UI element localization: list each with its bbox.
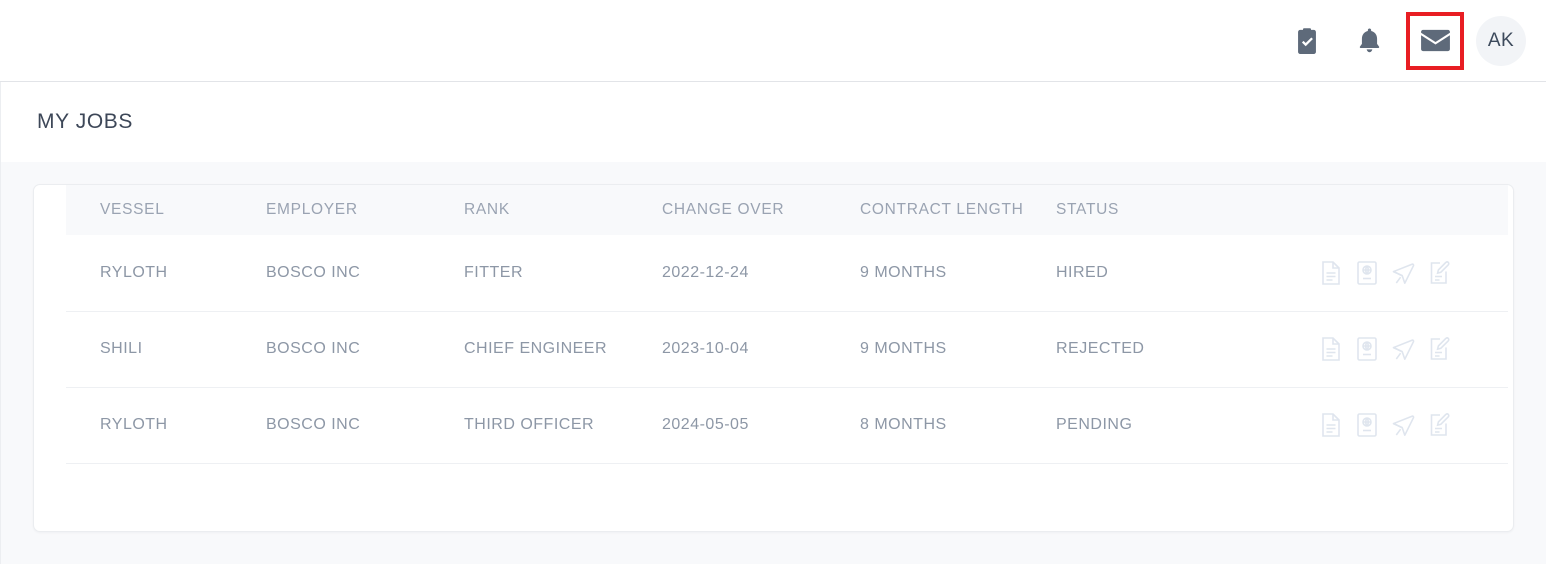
page-title: MY JOBS <box>37 110 134 133</box>
column-header-vessel: VESSEL <box>66 185 262 235</box>
passport-icon[interactable] <box>1354 335 1380 363</box>
cell-contract-length: 8 MONTHS <box>856 387 1052 464</box>
table-header-row: VESSEL EMPLOYER RANK CHANGE OVER CONTRAC… <box>66 185 1508 235</box>
column-header-change-over: CHANGE OVER <box>658 185 856 235</box>
cell-vessel: SHILI <box>66 311 262 388</box>
notifications-bell-icon-button[interactable] <box>1338 10 1400 72</box>
row-actions <box>1256 335 1508 363</box>
content-area: VESSEL EMPLOYER RANK CHANGE OVER CONTRAC… <box>0 162 1546 564</box>
column-header-status: STATUS <box>1052 185 1252 235</box>
cell-actions <box>1252 311 1508 388</box>
table-row[interactable]: RYLOTH BOSCO INC FITTER 2022-12-24 9 MON… <box>66 235 1508 312</box>
document-icon[interactable] <box>1318 335 1344 363</box>
column-header-rank: RANK <box>460 185 658 235</box>
document-edit-icon[interactable] <box>1426 411 1452 439</box>
cell-contract-length: 9 MONTHS <box>856 311 1052 388</box>
cell-actions <box>1252 235 1508 312</box>
column-header-contract-length: CONTRACT LENGTH <box>856 185 1052 235</box>
passport-icon[interactable] <box>1354 411 1380 439</box>
cell-employer: BOSCO INC <box>262 387 460 464</box>
top-bar: AK <box>0 0 1546 82</box>
cell-status: PENDING <box>1052 387 1252 464</box>
cell-contract-length: 9 MONTHS <box>856 235 1052 312</box>
column-header-employer: EMPLOYER <box>262 185 460 235</box>
cell-change-over: 2023-10-04 <box>658 311 856 388</box>
jobs-table: VESSEL EMPLOYER RANK CHANGE OVER CONTRAC… <box>66 185 1508 464</box>
column-header-actions <box>1252 185 1508 235</box>
mail-icon-button-highlight[interactable] <box>1406 11 1464 70</box>
table-row[interactable]: RYLOTH BOSCO INC THIRD OFFICER 2024-05-0… <box>66 387 1508 464</box>
airplane-icon[interactable] <box>1390 335 1416 363</box>
cell-employer: BOSCO INC <box>262 311 460 388</box>
cell-change-over: 2022-12-24 <box>658 235 856 312</box>
cell-change-over: 2024-05-05 <box>658 387 856 464</box>
airplane-icon[interactable] <box>1390 259 1416 287</box>
avatar-initials: AK <box>1487 29 1515 51</box>
avatar[interactable]: AK <box>1476 15 1526 66</box>
document-icon[interactable] <box>1318 259 1344 287</box>
row-actions <box>1256 259 1508 287</box>
cell-vessel: RYLOTH <box>66 387 262 464</box>
mail-icon <box>1420 28 1451 53</box>
clipboard-check-icon-button[interactable] <box>1276 10 1338 72</box>
passport-icon[interactable] <box>1354 259 1380 287</box>
cell-employer: BOSCO INC <box>262 235 460 312</box>
jobs-table-header: VESSEL EMPLOYER RANK CHANGE OVER CONTRAC… <box>66 185 1508 235</box>
document-icon[interactable] <box>1318 411 1344 439</box>
airplane-icon[interactable] <box>1390 411 1416 439</box>
top-bar-actions: AK <box>1276 10 1530 72</box>
clipboard-check-icon <box>1294 27 1320 55</box>
cell-vessel: RYLOTH <box>66 235 262 312</box>
row-actions <box>1256 411 1508 439</box>
table-row[interactable]: SHILI BOSCO INC CHIEF ENGINEER 2023-10-0… <box>66 311 1508 388</box>
document-edit-icon[interactable] <box>1426 335 1452 363</box>
jobs-table-body: RYLOTH BOSCO INC FITTER 2022-12-24 9 MON… <box>66 235 1508 464</box>
cell-actions <box>1252 387 1508 464</box>
cell-rank: CHIEF ENGINEER <box>460 311 658 388</box>
cell-status: REJECTED <box>1052 311 1252 388</box>
jobs-card: VESSEL EMPLOYER RANK CHANGE OVER CONTRAC… <box>33 184 1514 532</box>
page-title-band: MY JOBS <box>0 82 1546 162</box>
cell-rank: FITTER <box>460 235 658 312</box>
document-edit-icon[interactable] <box>1426 259 1452 287</box>
bell-icon <box>1357 27 1382 54</box>
cell-status: HIRED <box>1052 235 1252 312</box>
cell-rank: THIRD OFFICER <box>460 387 658 464</box>
